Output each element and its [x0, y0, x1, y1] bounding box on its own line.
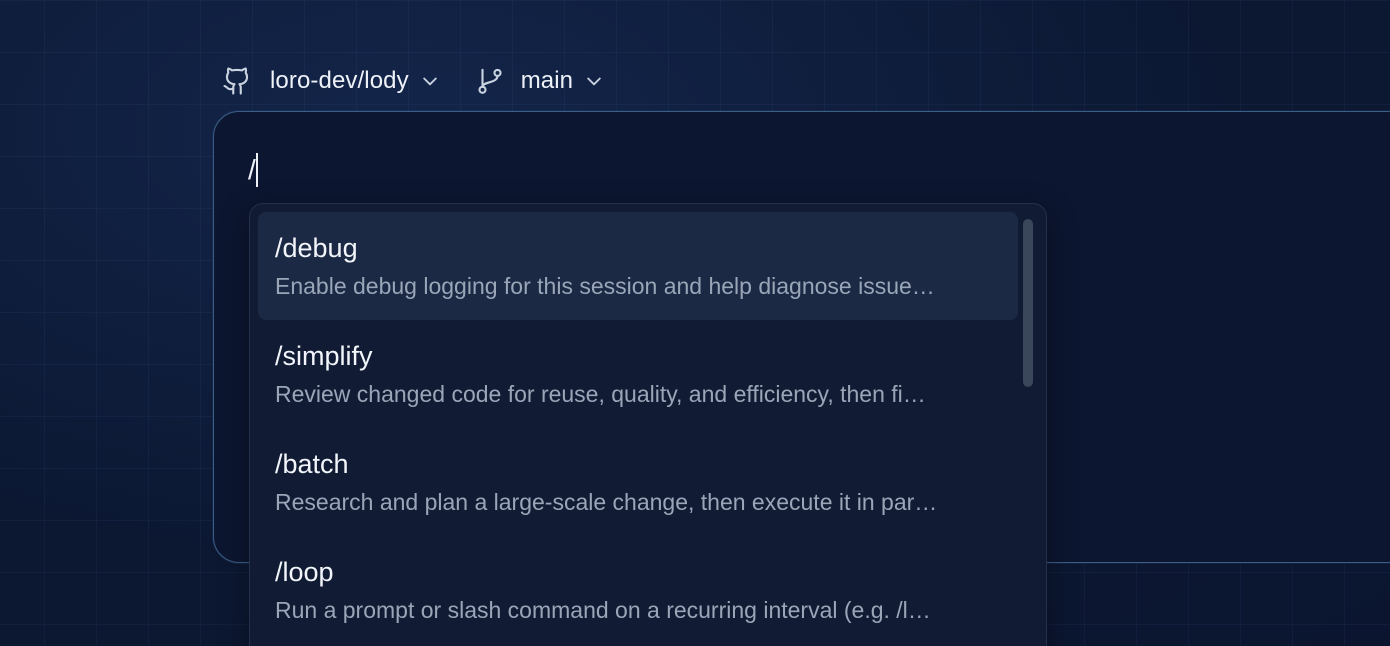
prompt-input-value: /	[248, 154, 256, 185]
text-caret	[255, 153, 258, 187]
scrollbar-thumb[interactable]	[1023, 219, 1033, 387]
branch-selector[interactable]: main	[475, 66, 605, 96]
command-name: /debug	[275, 233, 358, 263]
github-icon	[222, 66, 252, 96]
command-description: Enable debug logging for this session an…	[275, 273, 935, 299]
command-description: Run a prompt or slash command on a recur…	[275, 597, 931, 623]
command-name: /simplify	[275, 341, 373, 371]
command-item-debug[interactable]: /debug Enable debug logging for this ses…	[258, 212, 1018, 320]
slash-command-menu: /debug Enable debug logging for this ses…	[249, 203, 1047, 646]
branch-name: main	[520, 67, 574, 94]
command-name: /loop	[275, 557, 334, 587]
prompt-input[interactable]: /	[248, 150, 258, 190]
command-description: Review changed code for reuse, quality, …	[275, 381, 926, 407]
context-bar: loro-dev/lody main	[222, 62, 605, 100]
chevron-down-icon	[419, 70, 441, 92]
command-description: Research and plan a large-scale change, …	[275, 489, 938, 515]
command-name: /batch	[275, 449, 349, 479]
command-item-simplify[interactable]: /simplify Review changed code for reuse,…	[258, 320, 1018, 428]
repo-selector[interactable]: loro-dev/lody	[222, 66, 441, 96]
git-branch-icon	[475, 66, 505, 96]
repo-name: loro-dev/lody	[270, 67, 409, 94]
chevron-down-icon	[583, 70, 605, 92]
command-list: /debug Enable debug logging for this ses…	[258, 212, 1018, 644]
command-item-batch[interactable]: /batch Research and plan a large-scale c…	[258, 428, 1018, 536]
command-item-loop[interactable]: /loop Run a prompt or slash command on a…	[258, 536, 1018, 644]
